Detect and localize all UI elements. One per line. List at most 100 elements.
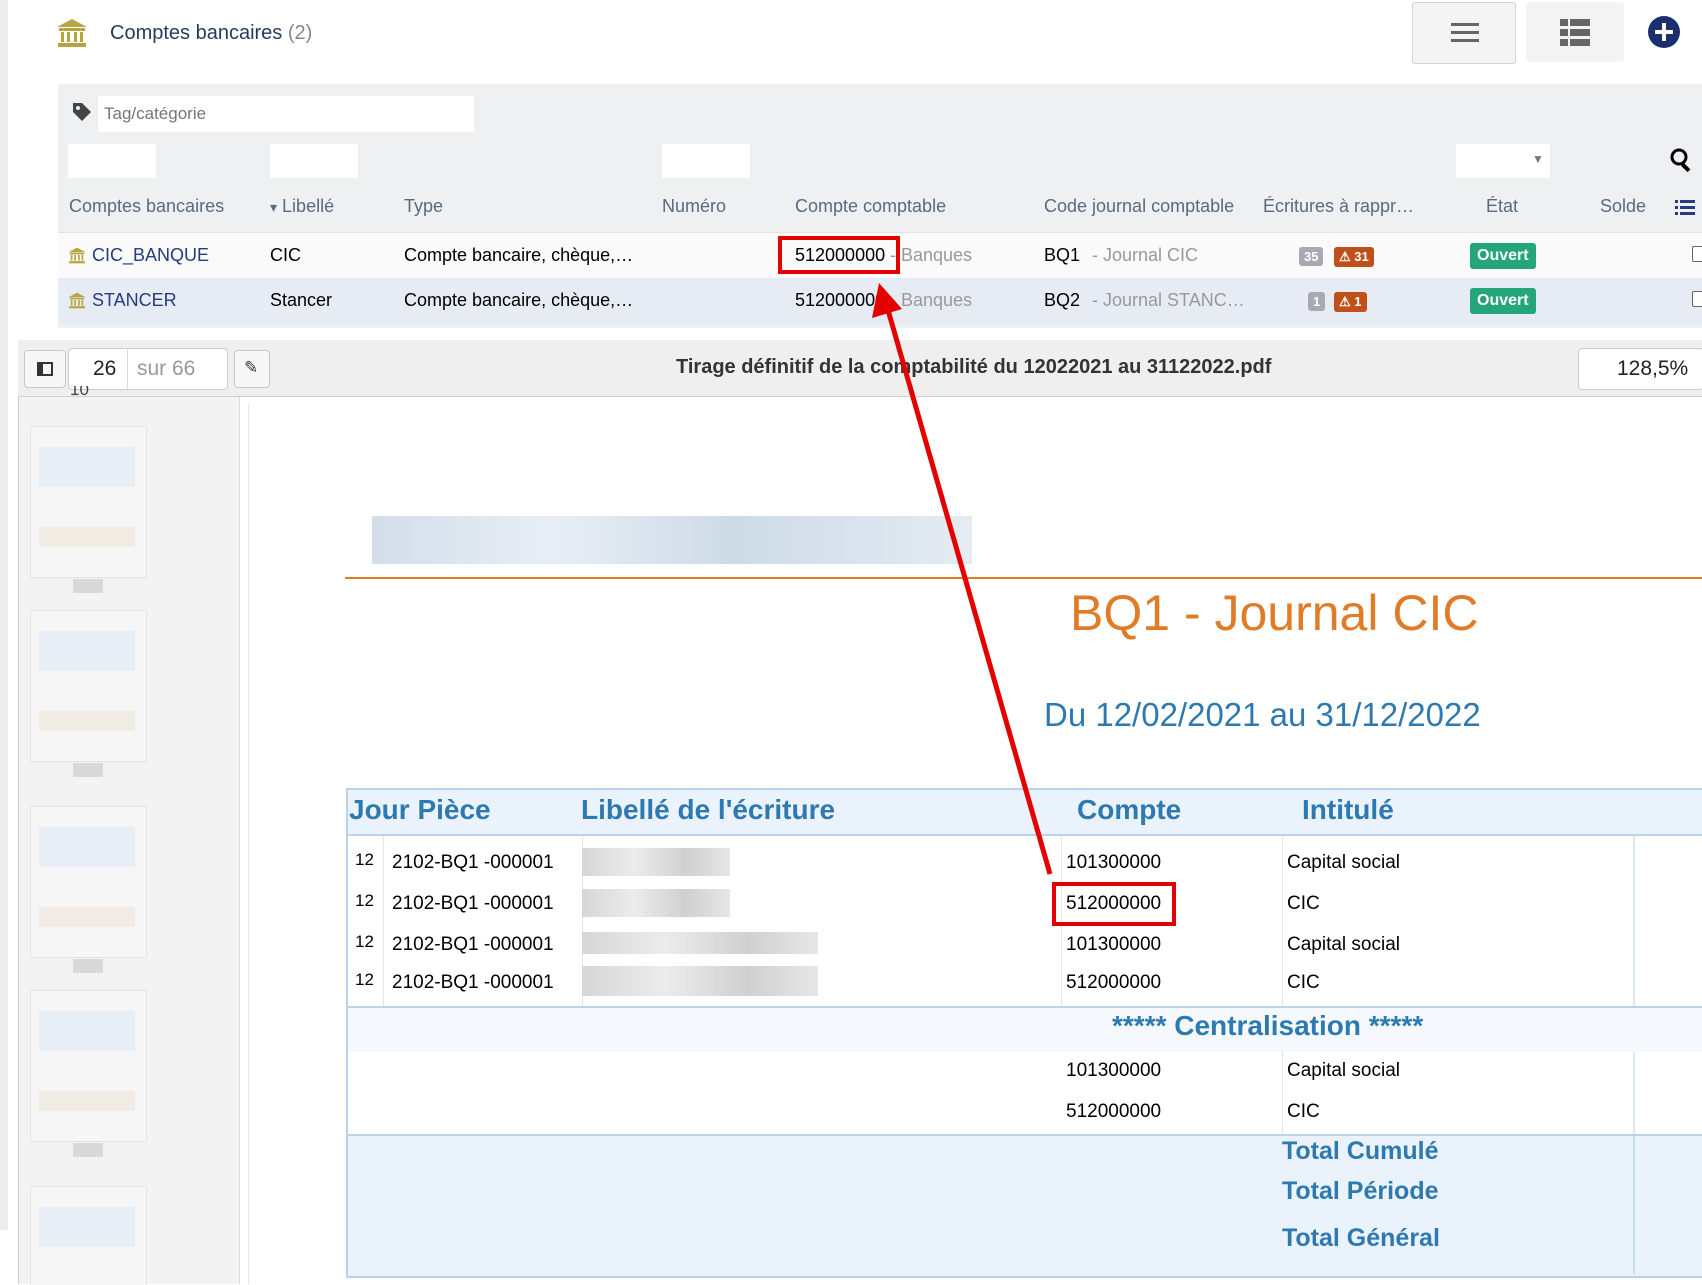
accounting-account-number[interactable]: 512000000 <box>795 290 885 311</box>
list-view-button[interactable] <box>1412 2 1516 64</box>
page-thumbnail[interactable] <box>30 990 147 1157</box>
entry-piece: 2102-BQ1 -000001 <box>392 893 554 914</box>
entry-title: CIC <box>1287 972 1320 993</box>
filter-status-select[interactable]: ▼ <box>1456 144 1550 178</box>
entry-day: 12 <box>355 891 374 910</box>
totals-band <box>348 1134 1702 1276</box>
pencil-icon: ✎ <box>244 358 259 377</box>
kanban-view-button[interactable] <box>1526 2 1624 62</box>
col-header-status[interactable]: État <box>1486 196 1518 217</box>
redacted-entry-label <box>582 889 730 917</box>
col-header-title: Intitulé <box>1302 794 1394 825</box>
reconcile-warning-badge[interactable]: ⚠ 31 <box>1334 247 1374 267</box>
col-separator <box>1282 1050 1283 1134</box>
row-checkbox[interactable] <box>1692 291 1702 307</box>
central-account: 101300000 <box>1066 1060 1162 1081</box>
journal-label: - Journal STANC… <box>1092 290 1245 310</box>
account-ref-link[interactable]: STANCER <box>92 290 177 311</box>
chevron-down-icon: ▼ <box>1532 152 1544 166</box>
annotation-highlight-box <box>1052 882 1176 926</box>
col-header-type[interactable]: Type <box>404 196 443 217</box>
page-number-field[interactable]: 26 sur 66 <box>68 348 228 390</box>
redacted-entry-label <box>582 848 730 876</box>
annotate-button[interactable]: ✎ <box>234 350 270 388</box>
journal-header-row <box>348 790 1702 836</box>
add-button[interactable] <box>1646 14 1702 50</box>
col-header-entry-label: Libellé de l'écriture <box>581 794 836 825</box>
bank-icon <box>68 247 86 264</box>
page-divider <box>127 349 128 389</box>
filter-ref-input[interactable] <box>68 144 156 178</box>
col-header-number[interactable]: Numéro <box>662 196 726 217</box>
reconcile-warning-count: 1 <box>1354 294 1362 309</box>
bank-icon <box>68 292 86 309</box>
total-general: Total Général <box>1282 1224 1440 1252</box>
add-icon <box>1648 16 1680 48</box>
reconcile-count-badge[interactable]: 1 <box>1308 292 1326 311</box>
zoom-field[interactable]: 128,5% <box>1578 348 1702 390</box>
col-header-ref[interactable]: Comptes bancaires <box>69 196 224 217</box>
entry-day: 12 <box>355 850 374 869</box>
col-header-account[interactable]: Compte comptable <box>795 196 946 217</box>
col-header-journal[interactable]: Code journal comptable <box>1044 196 1234 217</box>
tag-category-input[interactable] <box>98 96 474 132</box>
entry-title: CIC <box>1287 893 1320 914</box>
col-header-label[interactable]: ▾ Libellé <box>270 196 334 217</box>
reconcile-warning-badge[interactable]: ⚠ 1 <box>1334 292 1367 312</box>
column-selector-icon[interactable] <box>1675 199 1695 217</box>
entry-title: Capital social <box>1287 934 1400 955</box>
filter-number-input[interactable] <box>662 144 750 178</box>
sidebar-toggle-icon <box>37 362 53 376</box>
entry-day: 12 <box>355 932 374 951</box>
thumbnail-page-label: 10 <box>70 386 89 398</box>
row-checkbox[interactable] <box>1692 246 1702 262</box>
status-badge: Ouvert <box>1470 243 1536 269</box>
col-header-day-piece: Jour Pièce <box>349 794 491 825</box>
entry-piece: 2102-BQ1 -000001 <box>392 934 554 955</box>
sidebar-toggle-button[interactable] <box>24 350 66 388</box>
col-separator <box>1282 836 1283 1006</box>
journal-code: BQ1 <box>1044 245 1081 265</box>
pdf-filename: Tirage définitif de la comptabilité du 1… <box>676 356 1272 378</box>
accounting-account-label: - Banques <box>890 245 973 265</box>
journal-title: BQ1 - Journal CIC <box>1070 585 1479 641</box>
central-title: Capital social <box>1287 1060 1400 1081</box>
search-icon[interactable] <box>1670 148 1694 172</box>
account-label: Stancer <box>270 290 333 310</box>
page-title-text: Comptes bancaires <box>110 22 283 44</box>
total-period: Total Période <box>1282 1177 1439 1205</box>
account-label: CIC <box>270 245 301 265</box>
redacted-entry-label <box>582 932 818 954</box>
page-thumbnail[interactable] <box>30 1186 147 1285</box>
list-view-icon <box>1451 23 1479 42</box>
page-thumbnail[interactable] <box>30 806 147 973</box>
account-type: Compte bancaire, chèque,… <box>404 245 634 265</box>
journal-period: Du 12/02/2021 au 31/12/2022 <box>1044 696 1481 733</box>
header-rule <box>345 577 1702 579</box>
sort-indicator-icon: ▾ <box>270 199 278 215</box>
col-header-to-reconcile[interactable]: Écritures à rappr… <box>1263 196 1414 217</box>
entry-piece: 2102-BQ1 -000001 <box>392 972 554 993</box>
col-header-label-text: Libellé <box>282 196 335 216</box>
redacted-entry-label <box>582 966 818 996</box>
reconcile-count-badge[interactable]: 35 <box>1299 247 1324 266</box>
centralisation-band <box>348 1006 1702 1052</box>
status-badge: Ouvert <box>1470 288 1536 314</box>
col-separator <box>1633 1136 1635 1274</box>
page-thumbnail[interactable] <box>30 610 147 777</box>
account-ref-link[interactable]: CIC_BANQUE <box>92 245 209 266</box>
page-title-count: (2) <box>287 22 313 44</box>
redacted-company-name <box>372 516 972 564</box>
col-header-balance[interactable]: Solde <box>1600 196 1646 217</box>
journal-code: BQ2 <box>1044 290 1081 310</box>
filter-label-input[interactable] <box>270 144 358 178</box>
central-title: CIC <box>1287 1101 1320 1122</box>
entry-title: Capital social <box>1287 852 1400 873</box>
page-thumbnail[interactable] <box>30 426 147 593</box>
total-cumulative: Total Cumulé <box>1282 1137 1439 1165</box>
reconcile-warning-count: 31 <box>1354 249 1369 264</box>
col-header-account: Compte <box>1077 794 1182 825</box>
table-row[interactable]: STANCER Stancer Compte bancaire, chèque,… <box>58 278 1702 324</box>
current-page[interactable]: 26 <box>93 357 116 381</box>
page-total: sur 66 <box>137 357 196 380</box>
